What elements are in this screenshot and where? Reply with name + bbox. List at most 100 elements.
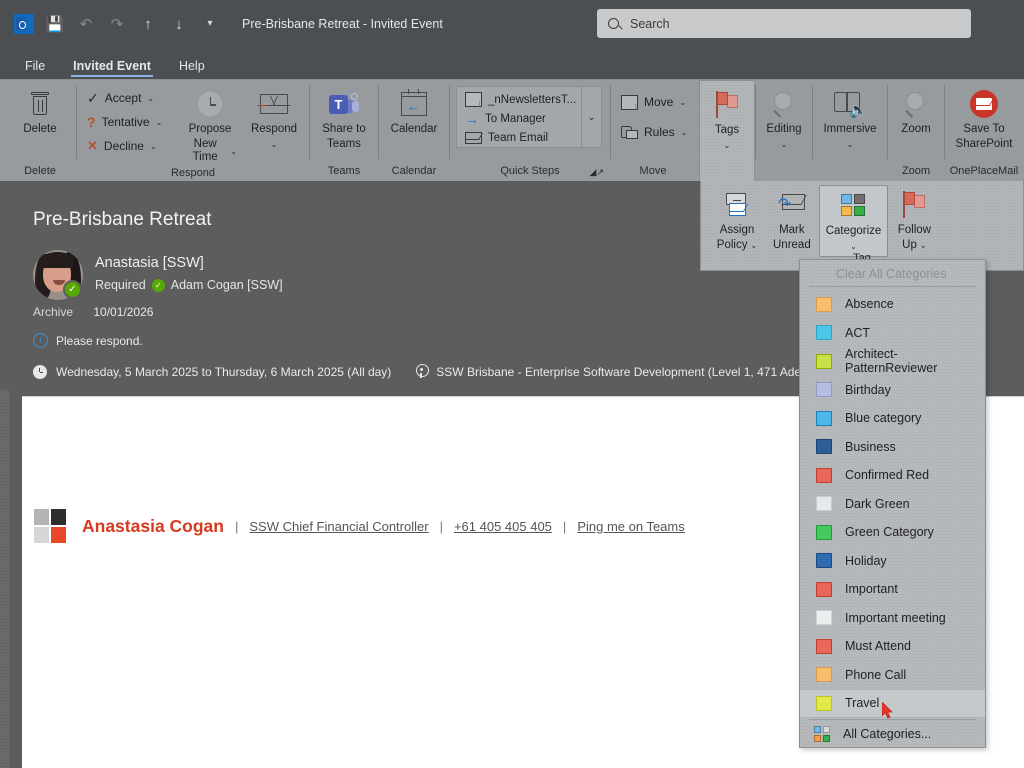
quick-step-team-email[interactable]: Team Email [461, 128, 581, 147]
signature-teams-link[interactable]: Ping me on Teams [577, 519, 684, 534]
quick-steps-more-button[interactable]: ⌄ [581, 87, 601, 147]
category-label: Important meeting [845, 611, 946, 625]
category-label: Holiday [845, 554, 887, 568]
quick-step-to-manager[interactable]: → To Manager [461, 109, 581, 128]
mark-unread-line1: Mark [779, 224, 805, 237]
category-item[interactable]: Important [800, 575, 985, 604]
calendar-button[interactable]: ← Calendar [385, 84, 443, 136]
signature-separator: | [440, 519, 443, 534]
zoom-icon [904, 87, 928, 121]
category-item[interactable]: Dark Green [800, 490, 985, 519]
delete-button-label: Delete [23, 123, 56, 136]
category-item[interactable]: Business [800, 433, 985, 462]
undo-icon[interactable]: ↶ [72, 10, 100, 38]
category-label: Green Category [845, 525, 934, 539]
category-color-swatch [816, 553, 832, 568]
editing-button[interactable]: Editing ⌄ [757, 84, 811, 151]
window-title: Pre-Brisbane Retreat - Invited Event [242, 17, 443, 31]
ribbon-group-quick-steps: _nNewslettersT... → To Manager Team Emai… [450, 80, 610, 181]
respond-notice-text: Please respond. [56, 334, 143, 348]
save-to-sharepoint-button[interactable]: Save To SharePoint [951, 84, 1017, 151]
signature-separator: | [563, 519, 566, 534]
category-item[interactable]: Birthday [800, 376, 985, 405]
signature-phone-link[interactable]: +61 405 405 405 [454, 519, 552, 534]
category-color-swatch [816, 382, 832, 397]
decline-label: Decline [104, 139, 144, 153]
question-icon: ? [87, 114, 96, 130]
archive-row: Archive 10/01/2026 [33, 305, 153, 319]
ribbon-group-calendar: ← Calendar Calendar [379, 80, 449, 181]
quick-step-label: Team Email [488, 132, 548, 144]
signature-title-link[interactable]: SSW Chief Financial Controller [249, 519, 428, 534]
tab-invited-event[interactable]: Invited Event [62, 56, 162, 79]
category-label: Must Attend [845, 639, 911, 653]
share-teams-line1: Share to [322, 123, 365, 136]
decline-button[interactable]: ✕ Decline ⌄ [83, 134, 175, 158]
propose-line1: Propose [189, 123, 232, 136]
assign-policy-button[interactable]: Assign Policy ⌄ [709, 185, 765, 252]
category-color-swatch [816, 525, 832, 540]
group-label-zoom: Zoom [888, 162, 944, 181]
category-color-swatch [816, 439, 832, 454]
quick-steps-dialog-launcher[interactable]: ◢↗ [590, 167, 604, 178]
rules-label: Rules [644, 125, 675, 139]
category-item[interactable]: ACT [800, 319, 985, 348]
category-item[interactable]: Absence [800, 290, 985, 319]
customize-qat-icon[interactable]: ▾ [196, 10, 224, 38]
next-item-icon[interactable]: ↓ [165, 10, 193, 38]
category-item[interactable]: Blue category [800, 404, 985, 433]
follow-up-button[interactable]: Follow Up ⌄ [890, 185, 938, 252]
save-sp-line2: SharePoint [956, 138, 1013, 151]
tentative-button[interactable]: ? Tentative ⌄ [83, 110, 175, 134]
category-item[interactable]: Green Category [800, 518, 985, 547]
zoom-button[interactable]: Zoom [889, 84, 943, 136]
rules-button[interactable]: Rules ⌄ [617, 120, 691, 144]
search-input[interactable]: Search [597, 9, 971, 38]
tab-help[interactable]: Help [168, 56, 216, 79]
category-item[interactable]: Holiday [800, 547, 985, 576]
sender-name: Anastasia [SSW] [95, 255, 204, 271]
respond-notice: i Please respond. [33, 333, 143, 348]
category-color-swatch [816, 667, 832, 682]
share-to-teams-button[interactable]: T Share to Teams [316, 84, 371, 151]
category-color-swatch [816, 354, 832, 369]
group-label-oneplacemail: OnePlaceMail [945, 162, 1023, 181]
save-icon[interactable]: 💾 [41, 10, 69, 38]
category-color-swatch [816, 411, 832, 426]
editing-label: Editing [766, 123, 801, 136]
ribbon-group-tags[interactable]: Tags ⌄ Tags [699, 80, 755, 181]
chevron-down-icon: ⌄ [847, 138, 854, 151]
category-label: Business [845, 440, 896, 454]
immersive-button[interactable]: 🔈 Immersive ⌄ [819, 84, 881, 151]
tags-button[interactable]: Tags ⌄ [700, 85, 754, 152]
category-item[interactable]: Must Attend [800, 632, 985, 661]
previous-item-icon[interactable]: ↑ [134, 10, 162, 38]
delete-button[interactable]: Delete [13, 84, 67, 136]
share-teams-line2: Teams [327, 138, 361, 151]
archive-date: 10/01/2026 [93, 305, 153, 319]
category-label: Confirmed Red [845, 468, 929, 482]
categorize-button[interactable]: Categorize ⌄ [819, 185, 889, 257]
tab-file[interactable]: File [14, 56, 56, 79]
quick-step-newsletters[interactable]: _nNewslettersT... [461, 90, 581, 109]
mark-unread-button[interactable]: ↷ Mark Unread [767, 185, 817, 252]
category-item[interactable]: Architect-PatternReviewer [800, 347, 985, 376]
all-categories-icon [814, 726, 831, 742]
categories-dropdown-menu: Clear All Categories AbsenceACTArchitect… [799, 259, 986, 748]
respond-button[interactable]: ← Respond ⌄ [245, 84, 303, 151]
envelope-reply-icon: ← [260, 87, 288, 121]
move-button[interactable]: Move ⌄ [617, 90, 691, 114]
clear-all-categories-item[interactable]: Clear All Categories [800, 263, 985, 284]
ribbon-group-oneplacemail: Save To SharePoint OnePlaceMail [945, 80, 1023, 181]
accept-button[interactable]: ✓ Accept ⌄ [83, 86, 175, 110]
category-item[interactable]: Important meeting [800, 604, 985, 633]
event-when-where: Wednesday, 5 March 2025 to Thursday, 6 M… [33, 364, 811, 379]
redo-icon[interactable]: ↷ [103, 10, 131, 38]
required-attendees-row: Required ✓ Adam Cogan [SSW] [95, 278, 283, 292]
ssw-logo-icon [34, 509, 66, 543]
all-categories-item[interactable]: All Categories... [800, 721, 985, 747]
propose-new-time-button[interactable]: Propose New Time ⌄ [177, 84, 243, 164]
category-item[interactable]: Confirmed Red [800, 461, 985, 490]
signature-name: Anastasia Cogan [82, 516, 224, 537]
category-item[interactable]: Phone Call [800, 661, 985, 690]
